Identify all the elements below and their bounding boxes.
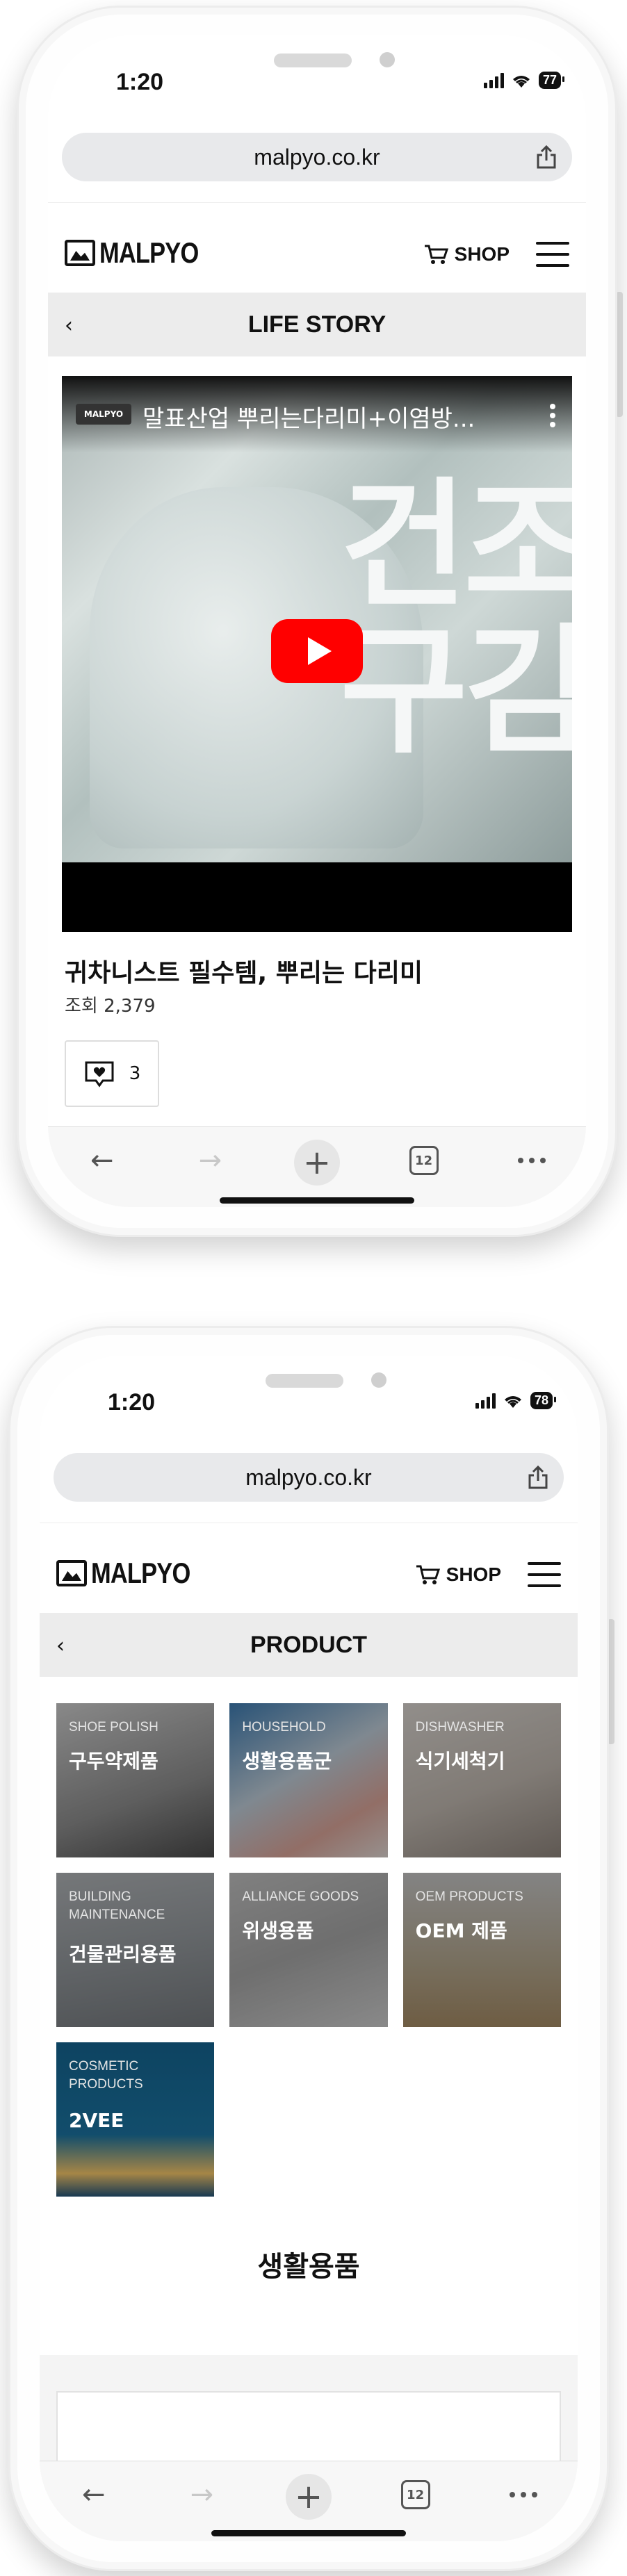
- category-tile-shoe-polish[interactable]: SHOE POLISH 구두약제품: [56, 1703, 215, 1857]
- page-subheader: ‹ PRODUCT: [40, 1613, 578, 1677]
- back-chevron-icon[interactable]: ‹: [65, 313, 73, 338]
- tile-ko-label: 식기세척기: [415, 1750, 505, 1773]
- page-title: LIFE STORY: [247, 311, 386, 338]
- tile-en-label: OEM PRODUCTS: [415, 1889, 523, 1904]
- url-text: malpyo.co.kr: [254, 144, 380, 170]
- status-time: 1:20: [108, 1389, 156, 1416]
- address-bar[interactable]: malpyo.co.kr: [62, 133, 572, 181]
- wifi-icon: [512, 75, 530, 88]
- tile-ko-label: OEM 제품: [415, 1919, 507, 1942]
- play-button[interactable]: [271, 619, 363, 683]
- logo-text: MALPYO: [99, 236, 199, 269]
- phone-mockup-product: 1:20 78 malpyo.co.kr MALPYO SHOP ‹ PRODU…: [8, 1326, 609, 2571]
- share-icon[interactable]: [528, 1466, 548, 1489]
- tabs-count-icon[interactable]: 12: [400, 2480, 430, 2509]
- cart-icon: [416, 1565, 440, 1584]
- site-logo[interactable]: MALPYO: [65, 236, 220, 270]
- browser-toolbar: ← → + 12: [40, 2461, 578, 2541]
- shop-link[interactable]: SHOP: [416, 1564, 501, 1586]
- back-arrow-icon[interactable]: ←: [78, 1140, 127, 1181]
- video-title-bar: MALPYO 말표산업 뿌리는다리미+이염방...: [62, 376, 572, 452]
- phone-screen: 1:20 78 malpyo.co.kr MALPYO SHOP ‹ PRODU…: [40, 1356, 578, 2541]
- status-time: 1:20: [116, 69, 164, 95]
- youtube-embed[interactable]: 건조 구김 MALPYO 말표산업 뿌리는다리미+이염방...: [62, 376, 572, 932]
- tile-en-label: ALLIANCE GOODS: [242, 1889, 359, 1904]
- status-bar: 1:20 78: [40, 1356, 578, 1418]
- menu-icon[interactable]: [536, 242, 569, 267]
- status-icons: 77: [483, 72, 565, 89]
- new-tab-plus-icon[interactable]: +: [285, 2474, 332, 2520]
- tile-en-label: DISHWASHER: [415, 1720, 505, 1734]
- tile-en-label: BUILDING MAINTENANCE: [69, 1889, 165, 1922]
- tile-ko-label: 건물관리용품: [69, 1943, 177, 1966]
- category-tile-household[interactable]: HOUSEHOLD 생활용품군: [229, 1703, 388, 1857]
- video-title[interactable]: 말표산업 뿌리는다리미+이염방...: [142, 400, 475, 434]
- tabs-count-icon[interactable]: 12: [409, 1146, 439, 1175]
- category-tile-building-maintenance[interactable]: BUILDING MAINTENANCE 건물관리용품: [56, 1873, 215, 2027]
- mountain-logo-icon: [65, 240, 95, 266]
- page-subheader: ‹ LIFE STORY: [48, 293, 586, 356]
- heart-bubble-icon: [85, 1061, 114, 1088]
- phone-screen: 1:20 77 malpyo.co.kr MALPYO SHOP ‹ LIFE …: [48, 35, 586, 1207]
- logo-text: MALPYO: [91, 1557, 190, 1589]
- like-count: 3: [129, 1063, 141, 1084]
- back-chevron-icon[interactable]: ‹: [56, 1634, 65, 1658]
- shop-label: SHOP: [446, 1564, 501, 1585]
- more-vert-icon[interactable]: [550, 404, 555, 427]
- tile-ko-label: 2VEE: [69, 2109, 124, 2132]
- address-bar[interactable]: malpyo.co.kr: [54, 1453, 564, 1502]
- tile-en-label: COSMETIC PRODUCTS: [69, 2059, 143, 2092]
- share-icon[interactable]: [536, 145, 557, 169]
- signal-icon: [475, 1393, 496, 1409]
- view-count: 조회 2,379: [65, 996, 156, 1017]
- tile-en-label: SHOE POLISH: [69, 1720, 158, 1734]
- url-text: malpyo.co.kr: [245, 1464, 372, 1490]
- home-indicator[interactable]: [211, 2530, 406, 2536]
- tile-ko-label: 구두약제품: [69, 1750, 158, 1773]
- phone-mockup-life-story: 1:20 77 malpyo.co.kr MALPYO SHOP ‹ LIFE …: [17, 6, 617, 1237]
- status-bar: 1:20 77: [48, 35, 586, 98]
- back-arrow-icon[interactable]: ←: [70, 2474, 118, 2516]
- site-header: MALPYO SHOP: [40, 1523, 578, 1613]
- category-tile-oem-products[interactable]: OEM PRODUCTS OEM 제품: [402, 1873, 561, 2027]
- menu-icon[interactable]: [528, 1562, 561, 1587]
- battery-icon: 78: [530, 1392, 557, 1409]
- tile-en-label: HOUSEHOLD: [242, 1720, 326, 1734]
- category-grid: SHOE POLISH 구두약제품 HOUSEHOLD 생활용품군 DISHWA…: [51, 1703, 567, 2197]
- status-icons: 78: [475, 1392, 557, 1409]
- forward-arrow-icon[interactable]: →: [186, 1140, 234, 1181]
- shop-link[interactable]: SHOP: [424, 243, 510, 265]
- forward-arrow-icon[interactable]: →: [177, 2474, 226, 2516]
- new-tab-plus-icon[interactable]: +: [293, 1140, 340, 1186]
- more-dots-icon[interactable]: [518, 1158, 546, 1163]
- mountain-logo-icon: [56, 1560, 87, 1586]
- shop-label: SHOP: [454, 243, 510, 265]
- tile-ko-label: 생활용품군: [242, 1750, 332, 1773]
- more-dots-icon[interactable]: [510, 2492, 538, 2497]
- post-title: 귀차니스트 필수템, 뿌리는 다리미: [65, 959, 423, 987]
- home-indicator[interactable]: [220, 1197, 414, 1204]
- category-tile-alliance-goods[interactable]: ALLIANCE GOODS 위생용품: [229, 1873, 388, 2027]
- signal-icon: [483, 72, 504, 88]
- channel-logo[interactable]: MALPYO: [76, 404, 131, 425]
- site-header: MALPYO SHOP: [48, 202, 586, 293]
- tile-ko-label: 위생용품: [242, 1919, 314, 1942]
- category-tile-cosmetic-products[interactable]: COSMETIC PRODUCTS 2VEE: [56, 2042, 215, 2197]
- cart-icon: [424, 245, 448, 264]
- like-button[interactable]: 3: [65, 1040, 159, 1107]
- wifi-icon: [504, 1395, 521, 1408]
- category-tile-dishwasher[interactable]: DISHWASHER 식기세척기: [402, 1703, 561, 1857]
- browser-toolbar: ← → + 12: [48, 1126, 586, 1207]
- battery-icon: 77: [538, 72, 565, 89]
- site-logo[interactable]: MALPYO: [56, 1557, 212, 1590]
- page-title: PRODUCT: [250, 1631, 368, 1658]
- section-heading: 생활용품: [257, 2251, 360, 2283]
- video-overlay-text: 건조 구김: [340, 465, 572, 773]
